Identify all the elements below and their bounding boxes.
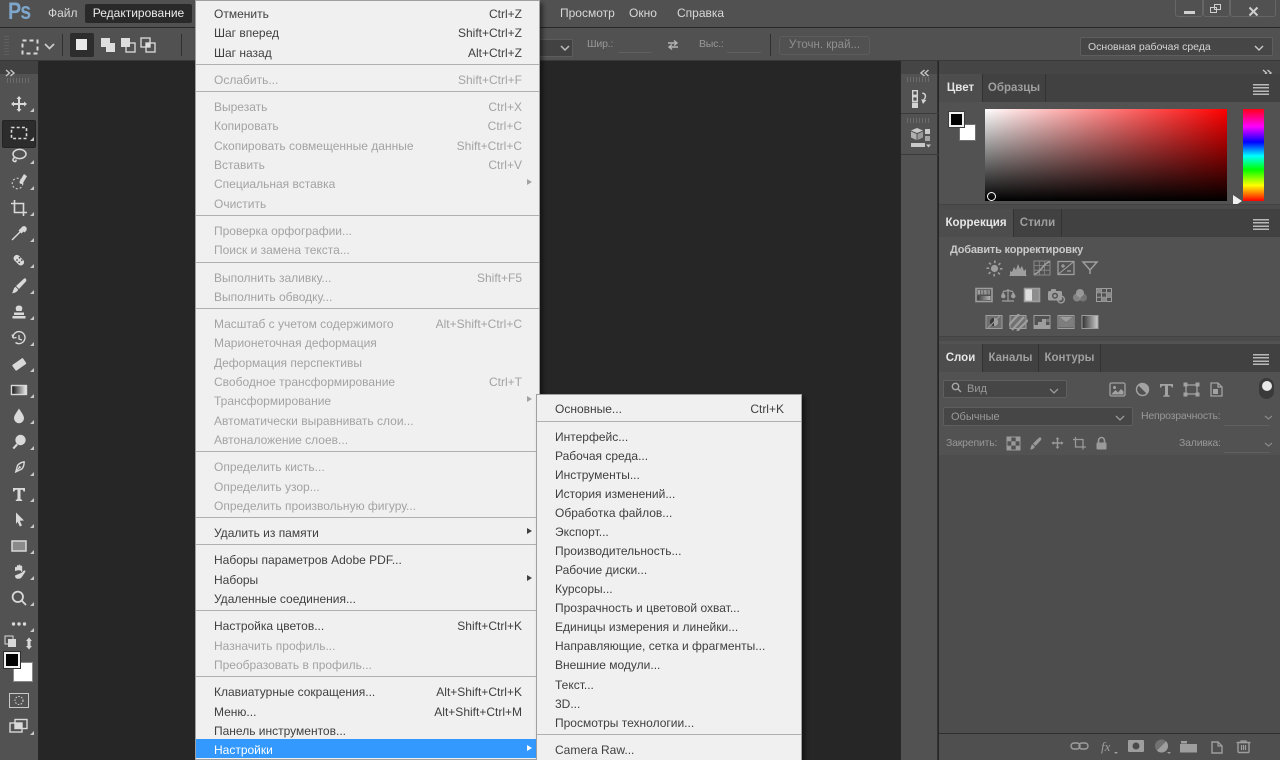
- svg-text:fx: fx: [1101, 739, 1111, 754]
